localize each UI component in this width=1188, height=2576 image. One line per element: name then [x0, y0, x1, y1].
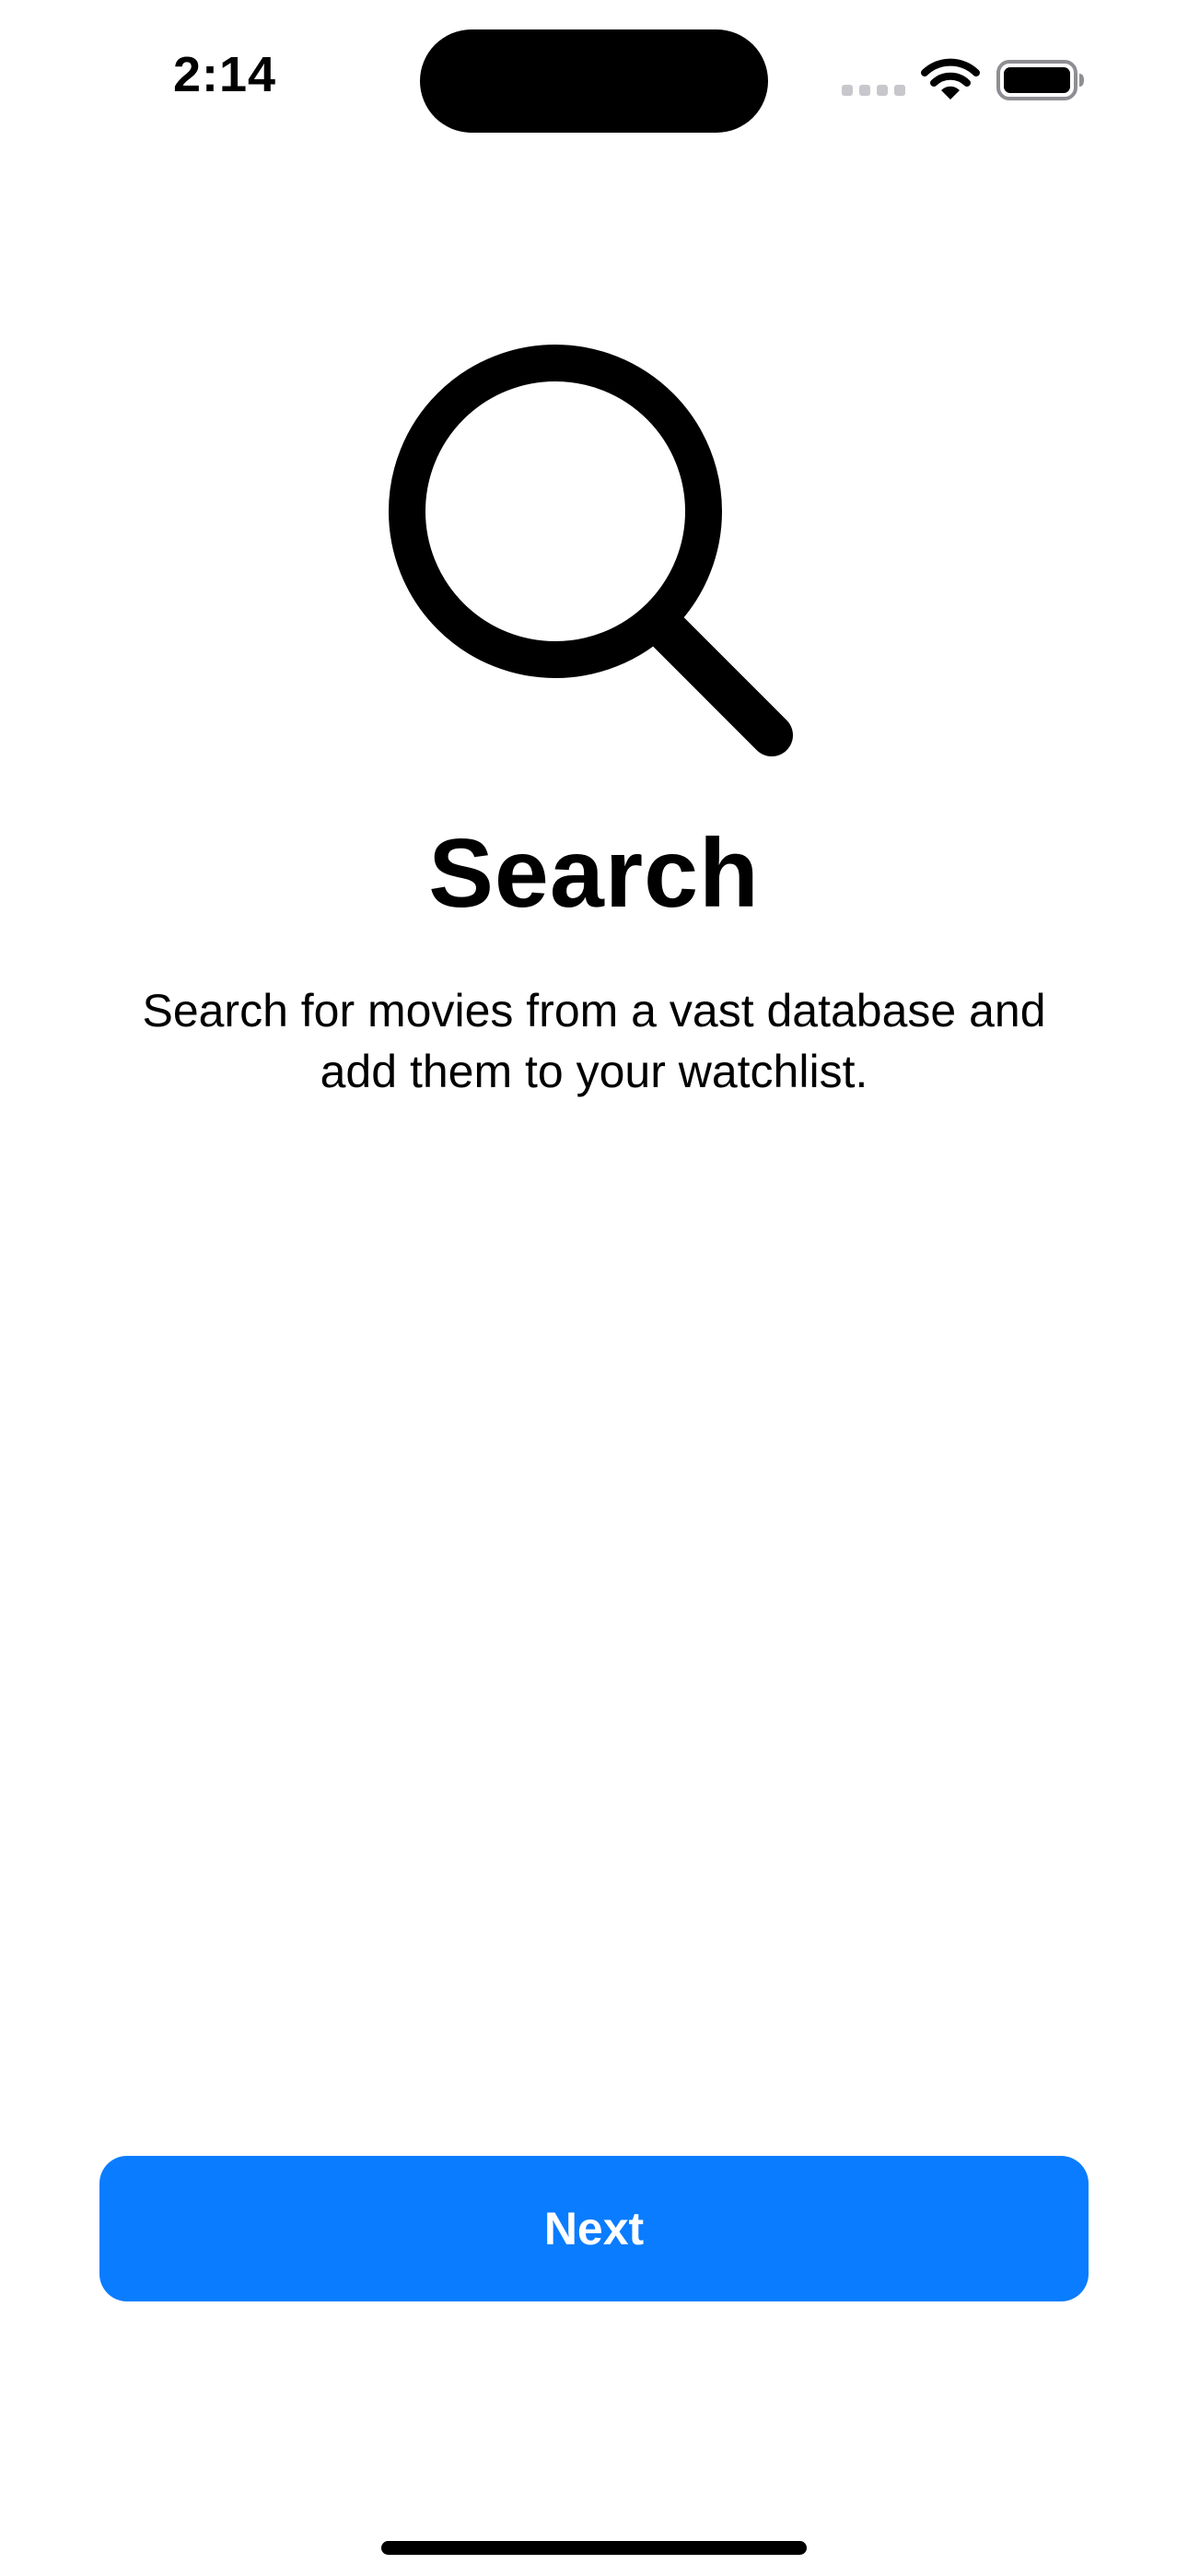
status-bar: 2:14: [0, 0, 1188, 147]
battery-icon: [996, 60, 1084, 100]
magnifying-glass-icon: [389, 345, 793, 756]
page-title: Search: [428, 819, 760, 928]
home-indicator[interactable]: [381, 2541, 807, 2555]
feature-description: Search for movies from a vast database a…: [142, 985, 1046, 1097]
status-time: 2:14: [173, 47, 277, 102]
cellular-signal-icon: [842, 85, 905, 96]
next-button-label: Next: [543, 2203, 645, 2254]
wifi-icon: [921, 58, 980, 100]
dynamic-island: [420, 29, 768, 133]
next-button[interactable]: Next: [99, 2156, 1089, 2301]
